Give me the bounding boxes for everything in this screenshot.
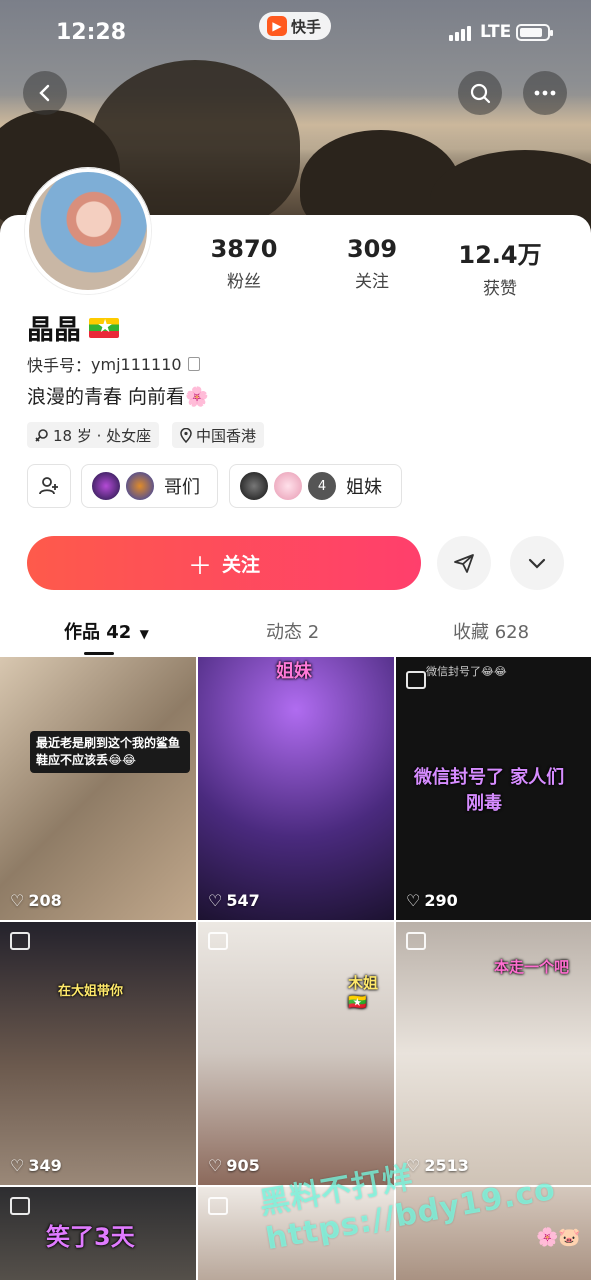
heart-icon: ♡ xyxy=(406,891,421,910)
myanmar-flag-icon xyxy=(89,317,119,338)
location-text: 中国香港 xyxy=(196,426,257,445)
profile-name-row: 晶晶 xyxy=(27,308,119,347)
chevron-left-icon xyxy=(39,84,50,102)
add-friend-button[interactable] xyxy=(27,464,71,508)
stat-value: 12.4万 xyxy=(458,241,542,269)
search-button[interactable] xyxy=(458,71,502,115)
post-tile[interactable]: 姐妹 ♡ 547 xyxy=(198,657,394,920)
back-button[interactable] xyxy=(23,71,67,115)
post-top-text: 微信封号了😂😂 xyxy=(426,665,507,678)
content-tabs: 作品 42 ▼ 动态 2 收藏 628 xyxy=(0,618,591,656)
stat-label: 获赞 xyxy=(483,279,517,299)
post-caption: 姐妹 xyxy=(276,661,312,682)
group-avatar xyxy=(238,470,270,502)
profile-stats: 3870 粉丝 309 关注 12.4万 获赞 xyxy=(0,235,591,299)
group-label: 姐妹 xyxy=(346,477,382,498)
post-tile[interactable]: 微信封号了😂😂 微信封号了 家人们 刚毒 ♡ 290 xyxy=(396,657,591,920)
post-caption: 最近老是刷到这个我的鲨鱼鞋应不应该丢😂😂 xyxy=(30,731,190,773)
post-likes: ♡ 349 xyxy=(10,1156,62,1175)
signal-icon xyxy=(449,26,471,41)
post-likes: ♡ 208 xyxy=(10,891,62,910)
post-thumbnail xyxy=(198,922,394,1185)
post-caption: 笑了3天 xyxy=(46,1223,135,1251)
image-icon xyxy=(10,1197,30,1215)
active-tab-indicator xyxy=(84,652,114,655)
follow-button[interactable]: ＋ 关注 xyxy=(27,536,421,590)
stat-fans[interactable]: 3870 粉丝 xyxy=(189,235,299,292)
group-avatar: 4 xyxy=(306,470,338,502)
stat-value: 309 xyxy=(346,235,398,263)
chevron-down-icon xyxy=(528,558,546,569)
more-dots-icon xyxy=(534,90,556,96)
kuaishou-id-row[interactable]: 快手号： ymj111110 xyxy=(27,352,200,376)
heart-icon: ♡ xyxy=(208,1156,223,1175)
tab-favorites[interactable]: 收藏 628 xyxy=(453,618,529,644)
post-caption: 木姐🇲🇲 xyxy=(348,974,379,1011)
status-bar: 12:28 ▶ 快手 LTE xyxy=(0,0,591,64)
post-likes: ♡ 290 xyxy=(406,891,458,910)
image-icon xyxy=(208,932,228,950)
kuaishou-logo-icon: ▶ xyxy=(267,16,287,36)
expand-button[interactable] xyxy=(510,536,564,590)
heart-icon: ♡ xyxy=(10,1156,25,1175)
post-caption: 在大姐带你 xyxy=(58,984,124,999)
image-icon xyxy=(406,932,426,950)
stat-following[interactable]: 309 关注 xyxy=(317,235,427,292)
copy-icon[interactable] xyxy=(187,357,200,371)
post-thumbnail xyxy=(0,657,196,920)
post-thumbnail xyxy=(198,657,394,920)
stat-label: 粉丝 xyxy=(227,272,261,292)
post-likes: ♡ 547 xyxy=(208,891,260,910)
post-caption: 本走一个吧 xyxy=(494,958,570,976)
post-tile[interactable]: 最近老是刷到这个我的鲨鱼鞋应不应该丢😂😂 ♡ 208 xyxy=(0,657,196,920)
tab-moments[interactable]: 动态 2 xyxy=(266,618,319,644)
post-tile[interactable]: 木姐🇲🇲 ♡ 905 xyxy=(198,922,394,1185)
location-tag: 中国香港 xyxy=(172,422,265,448)
post-thumbnail xyxy=(0,922,196,1185)
gender-icon xyxy=(35,429,48,442)
more-button[interactable] xyxy=(523,71,567,115)
status-time: 12:28 xyxy=(56,20,127,45)
stat-value: 3870 xyxy=(210,235,278,263)
post-caption-2: 刚毒 xyxy=(466,793,502,814)
app-badge: ▶ 快手 xyxy=(259,12,332,40)
age-sign-tag: 18 岁 · 处女座 xyxy=(27,422,160,448)
stat-label: 关注 xyxy=(355,272,389,292)
group-bros-button[interactable]: 哥们 xyxy=(81,464,218,508)
group-avatar xyxy=(90,470,122,502)
plus-icon: ＋ xyxy=(187,551,212,580)
follow-label: 关注 xyxy=(221,553,260,576)
heart-icon: ♡ xyxy=(208,891,223,910)
battery-icon xyxy=(516,24,553,41)
profile-name: 晶晶 xyxy=(27,315,81,346)
group-label: 哥们 xyxy=(164,477,200,498)
post-caption: 🌸🐷 xyxy=(536,1227,581,1248)
post-tile[interactable]: 在大姐带你 ♡ 349 xyxy=(0,922,196,1185)
kuaishou-id: ymj111110 xyxy=(91,354,182,374)
post-likes: ♡ 905 xyxy=(208,1156,260,1175)
profile-bio: 浪漫的青春 向前看🌸 xyxy=(27,386,209,408)
network-type: LTE xyxy=(480,22,512,42)
age-sign-text: 18 岁 · 处女座 xyxy=(53,426,152,445)
kuaishou-id-label: 快手号： xyxy=(27,356,92,375)
tab-works[interactable]: 作品 42 ▼ xyxy=(64,618,149,644)
search-icon xyxy=(470,83,491,104)
post-tile[interactable]: 笑了3天 xyxy=(0,1187,196,1280)
caret-down-icon: ▼ xyxy=(139,627,149,641)
stat-likes[interactable]: 12.4万 获赞 xyxy=(445,235,555,299)
group-sisters-button[interactable]: 4 姐妹 xyxy=(229,464,402,508)
app-badge-label: 快手 xyxy=(291,17,322,36)
add-user-icon xyxy=(39,477,58,495)
message-button[interactable] xyxy=(437,536,491,590)
send-icon xyxy=(454,554,474,573)
group-avatar xyxy=(124,470,156,502)
image-icon xyxy=(208,1197,228,1215)
tab-label: 作品 42 xyxy=(64,622,132,643)
image-icon xyxy=(406,671,426,689)
heart-icon: ♡ xyxy=(10,891,25,910)
location-pin-icon xyxy=(180,427,192,443)
post-caption: 微信封号了 家人们 xyxy=(414,767,565,788)
group-avatar xyxy=(272,470,304,502)
image-icon xyxy=(10,932,30,950)
